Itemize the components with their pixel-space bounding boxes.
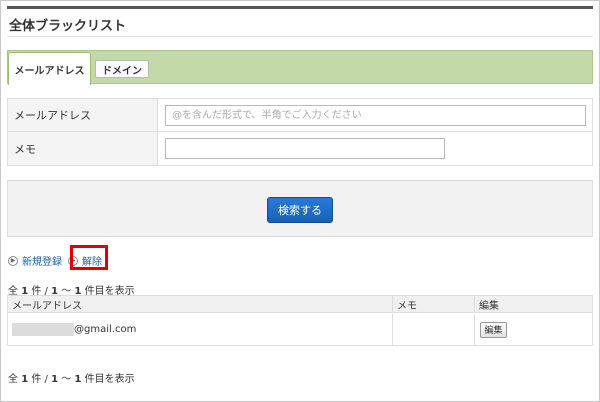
redacted-block bbox=[12, 323, 74, 336]
tab-email[interactable]: メールアドレス bbox=[8, 52, 91, 85]
table-row-edit-cell: 編集 bbox=[475, 314, 592, 345]
search-button[interactable]: 検索する bbox=[267, 197, 333, 223]
count-to: 1 bbox=[74, 374, 82, 385]
top-rule bbox=[7, 6, 593, 9]
email-row: メールアドレス bbox=[8, 99, 592, 132]
circle-arrow-icon: ▶ bbox=[8, 255, 18, 266]
new-registration-link[interactable]: ▶ 新規登録 bbox=[8, 253, 62, 268]
count-from: 1 bbox=[51, 374, 59, 385]
column-header-email: メールアドレス bbox=[8, 296, 393, 313]
count-sep: ～ bbox=[61, 374, 72, 385]
memo-label: メモ bbox=[8, 132, 158, 165]
column-header-memo: メモ bbox=[393, 296, 475, 313]
title-divider bbox=[7, 36, 593, 37]
count-total: 1 bbox=[21, 374, 29, 385]
table-row-memo-cell bbox=[393, 314, 475, 345]
email-field[interactable] bbox=[165, 105, 586, 126]
new-registration-label: 新規登録 bbox=[22, 257, 62, 268]
count-mid: 件 / bbox=[31, 374, 48, 385]
memo-field[interactable] bbox=[165, 138, 445, 159]
email-label: メールアドレス bbox=[8, 99, 158, 131]
email-suffix: @gmail.com bbox=[74, 324, 137, 335]
memo-row: メモ bbox=[8, 132, 592, 165]
results-table: メールアドレス メモ 編集 @gmail.com 編集 bbox=[7, 295, 593, 346]
search-panel: 検索する bbox=[7, 180, 593, 237]
count-suffix: 件目を表示 bbox=[84, 374, 135, 385]
page-title: 全体ブラックリスト bbox=[9, 19, 127, 34]
count-prefix: 全 bbox=[8, 374, 18, 385]
column-header-edit: 編集 bbox=[475, 296, 592, 313]
tab-domain[interactable]: ドメイン bbox=[95, 60, 149, 78]
table-row-email-cell: @gmail.com bbox=[8, 314, 393, 345]
edit-button[interactable]: 編集 bbox=[480, 321, 507, 338]
search-form: メールアドレス メモ bbox=[7, 98, 593, 166]
result-count-bottom: 全 1 件 / 1 ～ 1 件目を表示 bbox=[8, 370, 135, 385]
highlight-box bbox=[70, 245, 108, 270]
